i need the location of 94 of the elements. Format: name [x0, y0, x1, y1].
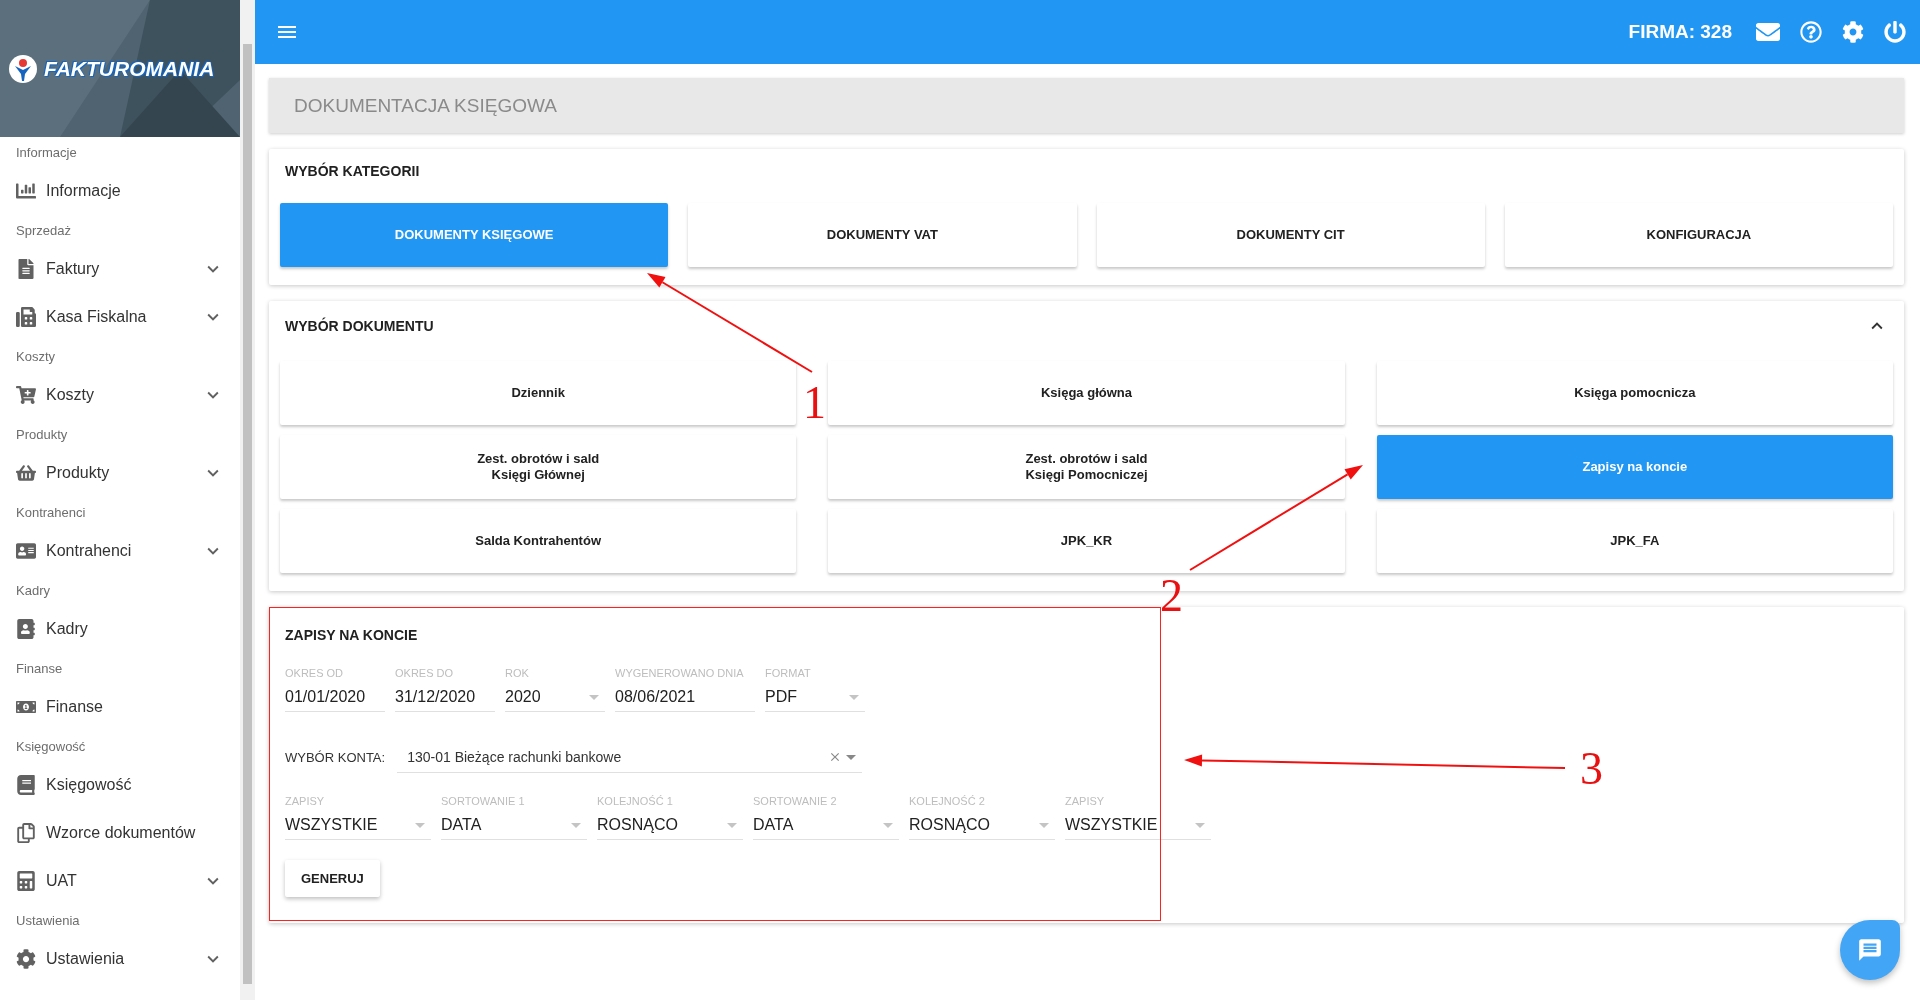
field-label: OKRES DO	[395, 667, 454, 679]
category-tab[interactable]: DOKUMENTY VAT	[688, 203, 1077, 267]
settings-button[interactable]	[1842, 21, 1864, 43]
document-option[interactable]: Księga pomocnicza	[1376, 361, 1893, 425]
document-option[interactable]: Księga główna	[828, 361, 1345, 425]
nav-item[interactable]: Informacje	[0, 167, 240, 215]
field-label: ZAPISY	[285, 795, 325, 807]
mail-button[interactable]	[1756, 20, 1780, 44]
document-option[interactable]: Salda Kontrahentów	[280, 509, 797, 573]
section-title: Sprzedaż	[16, 222, 71, 238]
caret-icon	[849, 694, 859, 700]
field-label: KOLEJNOŚĆ 2	[909, 795, 985, 807]
field-label: WYGENEROWANO DNIA	[615, 667, 744, 679]
select-field[interactable]: DATA	[753, 811, 899, 840]
fax-icon	[16, 307, 36, 327]
caret-icon	[883, 822, 893, 828]
document-option[interactable]: JPK_KR	[828, 509, 1345, 573]
section-title: Informacje	[16, 144, 77, 160]
card-title: ZAPISY NA KONCIE	[285, 627, 418, 643]
document-option[interactable]: JPK_FA	[1376, 509, 1893, 573]
logo-text: FAKTUROMANIA	[44, 56, 215, 81]
category-tab[interactable]: DOKUMENTY CIT	[1096, 203, 1485, 267]
card-title: WYBÓR KATEGORII	[285, 163, 420, 179]
nav-item[interactable]: Koszty	[0, 371, 240, 419]
field-label: SORTOWANIE 2	[753, 795, 837, 807]
annotation-number: 3	[1580, 746, 1603, 792]
select-field[interactable]: ROSNĄCO	[597, 811, 743, 840]
generate-button[interactable]: GENERUJ	[285, 860, 380, 897]
field-label: ROK	[505, 667, 529, 679]
document-icon	[16, 259, 36, 279]
nav-item[interactable]: Księgowość	[0, 761, 240, 809]
copy-icon	[16, 823, 36, 843]
field-label: OKRES OD	[285, 667, 344, 679]
select-field[interactable]: WSZYSTKIE	[285, 811, 431, 840]
section-title: Koszty	[16, 348, 55, 364]
address-book-icon	[16, 619, 36, 639]
basket-icon	[16, 463, 36, 483]
field-label: SORTOWANIE 1	[441, 795, 525, 807]
field-label: WYBÓR KONTA:	[285, 750, 386, 765]
cart-icon	[16, 385, 36, 405]
nav-item[interactable]: Kontrahenci	[0, 527, 240, 575]
section-title: Produkty	[16, 426, 68, 442]
nav-item[interactable]: Wzorce dokumentów	[0, 809, 240, 857]
select-field[interactable]: PDF	[765, 683, 865, 712]
company-label: FIRMA: 328	[1628, 21, 1732, 43]
nav-item[interactable]: Kasa Fiskalna	[0, 293, 240, 341]
input-field[interactable]: 31/12/2020	[395, 683, 495, 712]
nav-item[interactable]: UAT	[0, 857, 240, 905]
select-field[interactable]: ROSNĄCO	[909, 811, 1055, 840]
calculator-icon	[16, 871, 36, 891]
annotation-number: 1	[803, 380, 826, 426]
document-option[interactable]: Zest. obrotów i sald Księgi Pomocniczej	[828, 435, 1345, 499]
nav-item[interactable]: Faktury	[0, 245, 240, 293]
field-label: ZAPISY	[1065, 795, 1105, 807]
category-tab[interactable]: KONFIGURACJA	[1504, 203, 1893, 267]
caret-icon	[415, 822, 425, 828]
document-option[interactable]: Zest. obrotów i sald Księgi Głównej	[280, 435, 797, 499]
input-field[interactable]: 01/01/2020	[285, 683, 385, 712]
caret-icon	[1195, 822, 1205, 828]
annotation-number: 2	[1160, 573, 1183, 619]
document-option[interactable]: Dziennik	[280, 361, 797, 425]
section-title: Kadry	[16, 582, 50, 598]
power-button[interactable]	[1884, 21, 1906, 43]
section-title: Finanse	[16, 660, 63, 676]
caret-icon	[571, 822, 581, 828]
card-title: WYBÓR DOKUMENTU	[285, 318, 434, 334]
scrollbar[interactable]	[240, 0, 255, 1000]
caret-icon	[846, 754, 857, 760]
help-button[interactable]	[1800, 21, 1822, 43]
page-title: DOKUMENTACJA KSIĘGOWA	[269, 78, 1904, 133]
id-card-icon	[16, 541, 36, 561]
book-icon	[16, 775, 36, 795]
chart-icon	[16, 181, 36, 201]
chat-button[interactable]	[1840, 920, 1900, 980]
chat-icon	[1857, 937, 1883, 963]
select-field[interactable]: 130-01 Bieżące rachunki bankowe	[397, 742, 863, 773]
field-label: KOLEJNOŚĆ 1	[597, 795, 673, 807]
nav-item[interactable]: Finanse	[0, 683, 240, 731]
settings-icon	[16, 949, 36, 969]
nav-item[interactable]: Produkty	[0, 449, 240, 497]
select-field[interactable]: DATA	[441, 811, 587, 840]
field-label: FORMAT	[765, 667, 811, 679]
caret-icon	[727, 822, 737, 828]
input-field[interactable]: 08/06/2021	[615, 683, 755, 712]
section-title: Kontrahenci	[16, 504, 86, 520]
nav-item[interactable]: Ustawienia	[0, 935, 240, 983]
nav-item[interactable]: Kadry	[0, 605, 240, 653]
select-field[interactable]: 2020	[505, 683, 605, 712]
select-field[interactable]: WSZYSTKIE	[1065, 811, 1211, 840]
caret-icon	[589, 694, 599, 700]
section-title: Ustawienia	[16, 912, 80, 928]
caret-icon	[1039, 822, 1049, 828]
logo-icon	[8, 53, 38, 84]
section-title: Księgowość	[16, 738, 86, 754]
